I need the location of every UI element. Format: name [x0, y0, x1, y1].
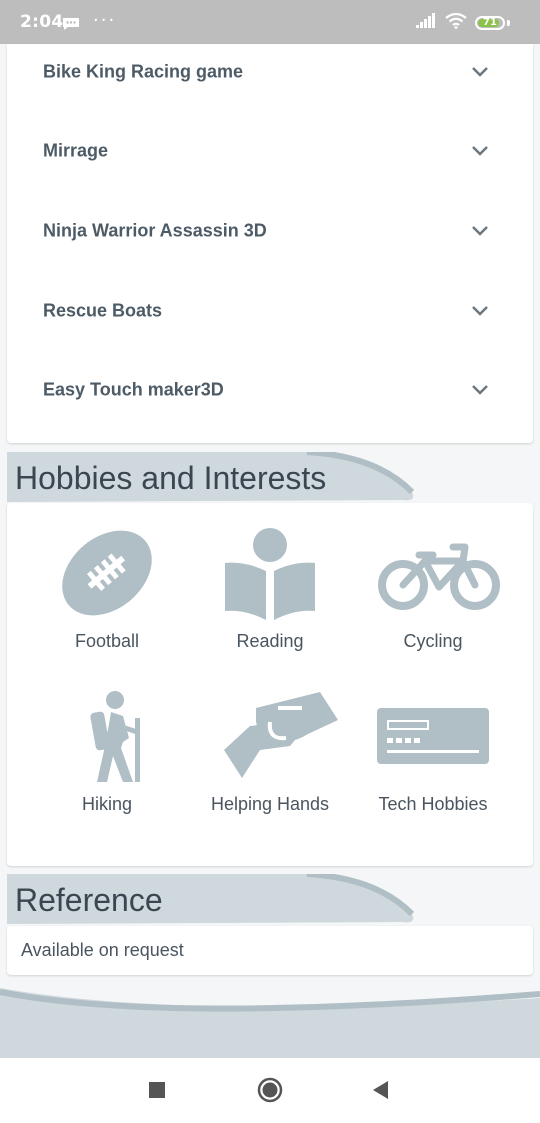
game-item[interactable]: Rescue Boats: [7, 271, 533, 351]
football-icon: [56, 530, 158, 616]
back-button[interactable]: [352, 1058, 412, 1123]
hobby-label: Cycling: [403, 631, 463, 651]
hobby-label: Football: [74, 631, 140, 651]
recent-apps-button[interactable]: [128, 1058, 188, 1123]
footer-wave: [0, 988, 540, 1060]
hobby-label: Helping Hands: [210, 794, 330, 814]
game-item-label: Bike King Racing game: [43, 61, 244, 82]
signal-icon: [415, 13, 437, 33]
home-button[interactable]: [240, 1058, 300, 1123]
hiking-icon: [90, 691, 140, 782]
game-item[interactable]: Ninja Warrior Assassin 3D: [7, 191, 533, 271]
more-notifications-icon: ···: [93, 10, 117, 31]
game-item-label: Ninja Warrior Assassin 3D: [43, 220, 267, 241]
reference-card: Available on request: [7, 926, 533, 975]
reference-section-header: Reference: [7, 874, 533, 924]
hobby-label: Reading: [236, 631, 304, 651]
wifi-icon: [445, 12, 467, 33]
chevron-down-icon[interactable]: [471, 384, 489, 396]
reference-text: Available on request: [21, 940, 184, 960]
chevron-down-icon[interactable]: [471, 66, 489, 78]
bicycle-icon: [378, 543, 500, 610]
hobby-label: Hiking: [81, 794, 133, 814]
tech-card-icon: [377, 708, 489, 764]
chevron-down-icon[interactable]: [471, 225, 489, 237]
game-item[interactable]: Mirrage: [7, 111, 533, 191]
hobbies-section-header: Hobbies and Interests: [7, 452, 533, 502]
hobby-label: Tech Hobbies: [378, 794, 488, 814]
game-item-label: Rescue Boats: [43, 300, 163, 321]
hobbies-card: Football Reading Cycling Hiking Helping …: [7, 503, 533, 866]
game-item-label: Easy Touch maker3D: [43, 379, 224, 400]
helping-hands-icon: [224, 692, 338, 778]
battery-tip: [507, 20, 510, 26]
game-item-label: Mirrage: [43, 140, 109, 161]
section-title: Reference: [15, 882, 163, 918]
status-time: 2:04: [20, 12, 64, 32]
battery-icon: 71: [475, 16, 505, 30]
games-card: Bike King Racing game Mirrage Ninja Warr…: [7, 44, 533, 443]
system-nav-bar: [0, 1058, 540, 1123]
reading-icon: [225, 528, 315, 620]
chevron-down-icon[interactable]: [471, 145, 489, 157]
game-item[interactable]: Easy Touch maker3D: [7, 350, 533, 430]
game-item[interactable]: Bike King Racing game: [7, 32, 533, 112]
chevron-down-icon[interactable]: [471, 305, 489, 317]
section-title: Hobbies and Interests: [15, 460, 327, 496]
battery-level: 71: [483, 17, 497, 28]
